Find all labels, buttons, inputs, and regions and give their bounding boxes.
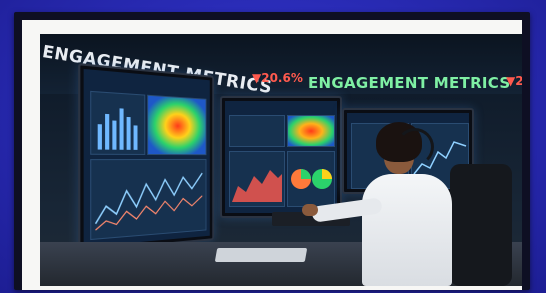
bar-chart-graphic	[97, 108, 138, 150]
heatmap-panel	[147, 94, 207, 156]
person-body	[362, 174, 452, 286]
monitor-left-screen	[83, 68, 210, 248]
kpi-panel	[229, 115, 285, 147]
ticker-change: ▼20.6%	[252, 71, 303, 85]
person-hand	[302, 204, 318, 216]
ticker-right-change: ▼2	[506, 74, 522, 88]
dashboard-panel	[90, 90, 146, 155]
keyboard	[214, 248, 308, 262]
area-chart-graphic	[232, 170, 282, 202]
pie-chart-panel	[287, 151, 335, 207]
heatmap-panel	[287, 115, 335, 147]
monitor-center-screen	[225, 101, 337, 213]
pie-chart-graphic	[291, 169, 332, 189]
monitor-center	[220, 96, 342, 218]
office-chair	[450, 164, 512, 286]
area-chart-panel	[229, 151, 285, 207]
line-chart-panel	[90, 158, 207, 241]
ticker-right-text: ENGAGEMENT METRICS	[308, 74, 511, 92]
line-chart-graphic	[91, 160, 205, 239]
monitor-left	[78, 63, 214, 253]
photo: ENGAGEMENT METRICS ▼20.6% ENGAGEMENT MET…	[40, 34, 522, 286]
headset	[396, 128, 434, 166]
